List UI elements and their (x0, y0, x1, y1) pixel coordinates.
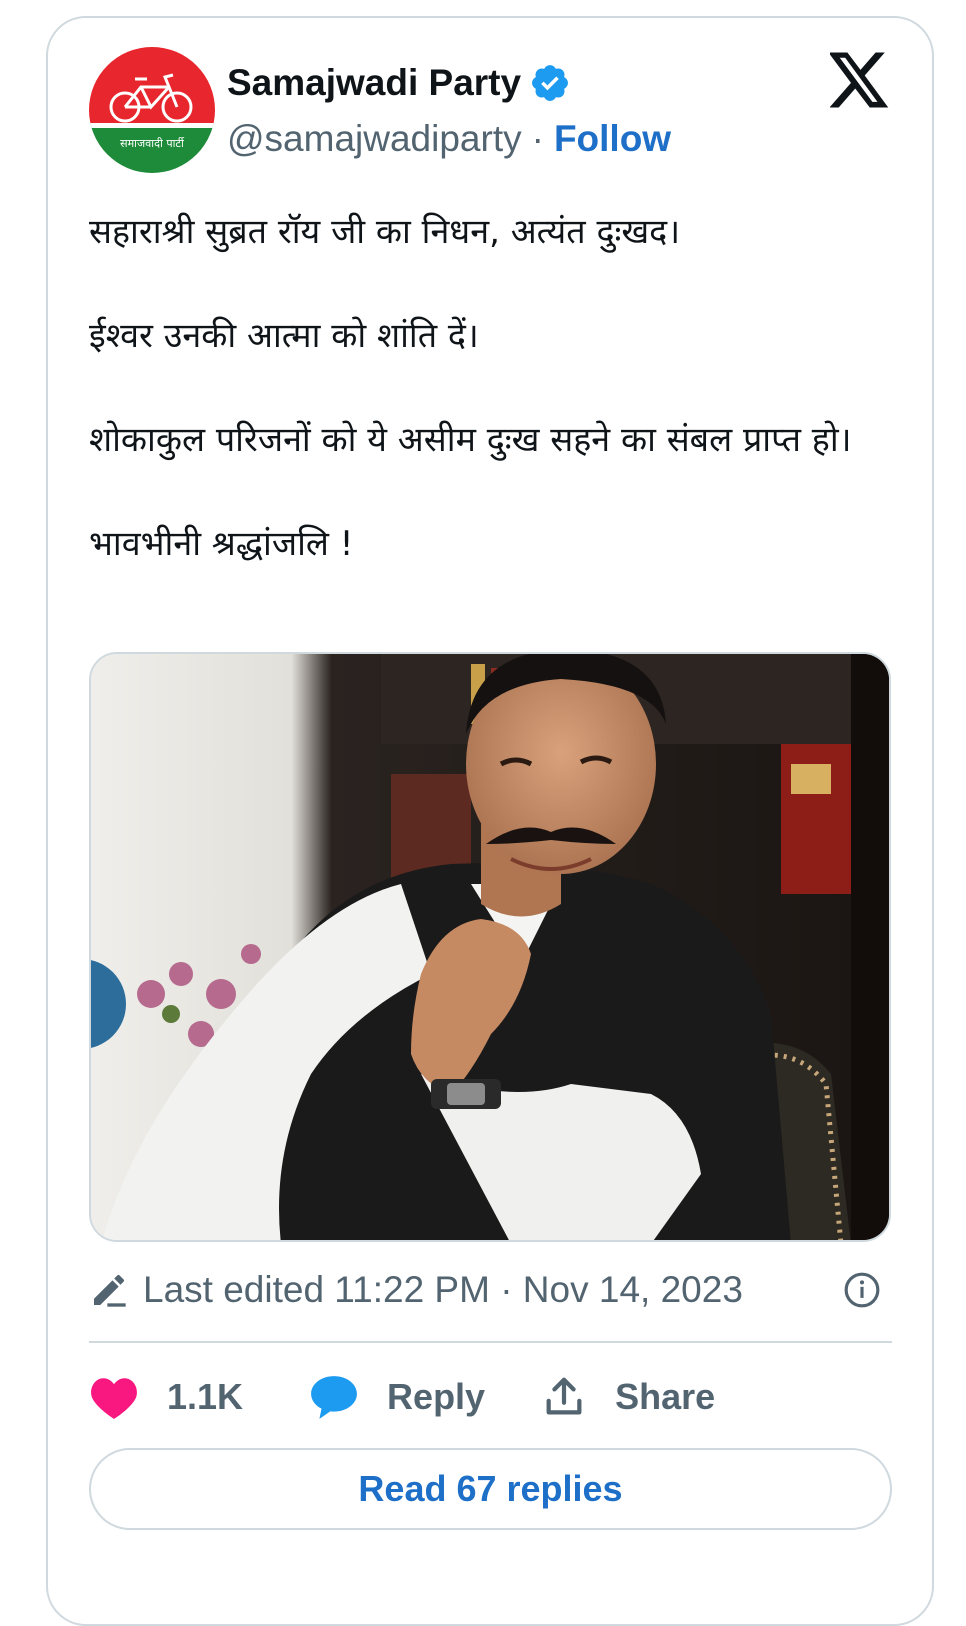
action-bar: 1.1K Reply Share (89, 1365, 715, 1429)
tweet-text: सहाराश्री सुब्रत रॉय जी का निधन, अत्यंत … (89, 205, 889, 621)
like-button[interactable]: 1.1K (89, 1375, 243, 1419)
info-icon[interactable] (843, 1271, 881, 1309)
handle-separator: · (531, 118, 544, 159)
share-upload-icon (541, 1374, 587, 1420)
tweet-photo[interactable] (89, 652, 891, 1242)
pencil-icon (89, 1270, 129, 1310)
share-label: Share (615, 1376, 716, 1417)
x-logo-icon[interactable] (828, 52, 890, 108)
author-name[interactable]: Samajwadi Party (227, 62, 521, 104)
tweet-paragraph: सहाराश्री सुब्रत रॉय जी का निधन, अत्यंत … (89, 212, 681, 252)
reply-label: Reply (387, 1376, 486, 1417)
like-count: 1.1K (167, 1376, 244, 1417)
author-handle[interactable]: @samajwadiparty (227, 118, 522, 160)
heart-icon (89, 1375, 139, 1419)
tweet-paragraph: ईश्वर उनकी आत्मा को शांति दें। (89, 316, 479, 356)
avatar[interactable]: समाजवादी पार्टी (89, 47, 215, 173)
reply-button[interactable]: Reply (309, 1374, 485, 1420)
avatar-text: समाजवादी पार्टी (120, 137, 185, 150)
edited-timestamp[interactable]: Last edited 11:22 PM · Nov 14, 2023 (143, 1269, 743, 1311)
divider (89, 1341, 892, 1343)
follow-button[interactable]: Follow (554, 118, 671, 160)
author-name-row[interactable]: Samajwadi Party (227, 62, 571, 104)
edited-timestamp-row: Last edited 11:22 PM · Nov 14, 2023 (89, 1265, 889, 1315)
verified-badge-icon (529, 62, 571, 104)
read-replies-button[interactable]: Read 67 replies (89, 1448, 892, 1530)
share-button[interactable]: Share (541, 1374, 715, 1420)
tweet-paragraph: शोकाकुल परिजनों को ये असीम दुःख सहने का … (89, 420, 852, 460)
reply-bubble-icon (309, 1374, 359, 1420)
handle-row: @samajwadiparty · Follow (227, 118, 671, 160)
tweet-paragraph: भावभीनी श्रद्धांजलि ! (89, 524, 354, 564)
